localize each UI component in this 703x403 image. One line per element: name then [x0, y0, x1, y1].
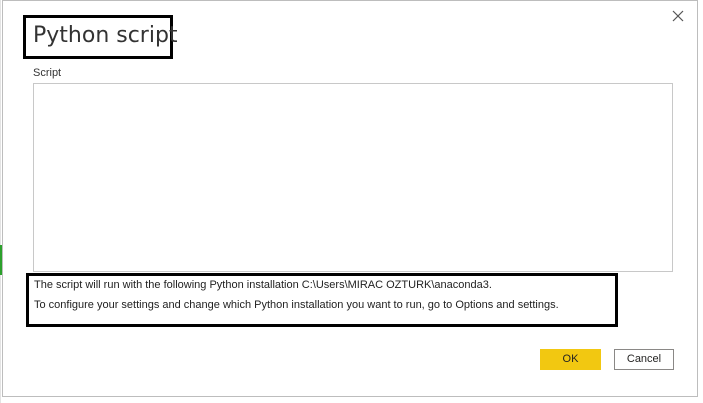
python-installation-text: The script will run with the following P… — [34, 279, 492, 291]
script-input[interactable] — [33, 83, 673, 272]
cancel-button[interactable]: Cancel — [614, 349, 674, 370]
script-label: Script — [33, 67, 62, 79]
screen: Python script Script The script will run… — [0, 0, 703, 403]
background-window-edge — [0, 0, 1, 403]
close-icon — [672, 10, 684, 22]
dialog-title: Python script — [33, 23, 178, 48]
configure-settings-text: To configure your settings and change wh… — [34, 299, 559, 311]
python-script-dialog: Python script Script The script will run… — [2, 0, 698, 397]
close-button[interactable] — [669, 7, 687, 25]
ok-button[interactable]: OK — [540, 349, 601, 370]
